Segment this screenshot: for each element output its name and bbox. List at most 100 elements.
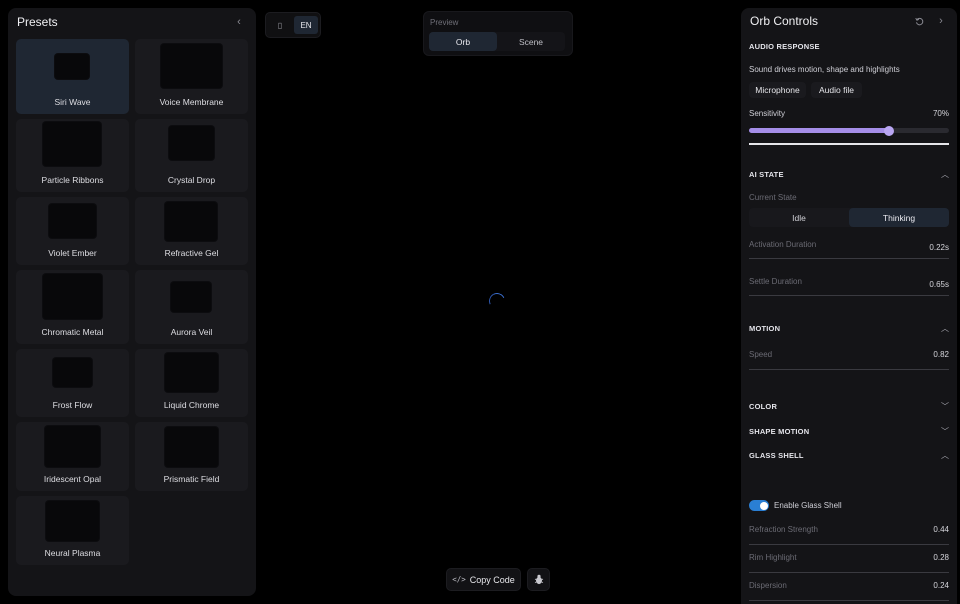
preset-card-violet-ember[interactable]: Violet Ember xyxy=(16,197,129,265)
preset-thumbnail xyxy=(43,274,102,319)
preset-label: Refractive Gel xyxy=(164,248,219,258)
speed-row: Speed 0.82 xyxy=(749,349,949,360)
settle-duration-slider[interactable] xyxy=(749,295,949,296)
chevron-up-icon[interactable]: ︿ xyxy=(941,169,949,180)
preview-switcher: Preview Orb Scene xyxy=(423,11,573,56)
presets-header: Presets ‹ xyxy=(8,9,256,35)
preset-thumbnail xyxy=(161,44,222,88)
preset-card-crystal-drop[interactable]: Crystal Drop xyxy=(135,119,248,192)
audio-section-title: AUDIO RESPONSE xyxy=(749,42,820,51)
dispersion-value: 0.24 xyxy=(933,581,949,590)
refraction-row: Refraction Strength 0.44 xyxy=(749,525,949,534)
preset-card-chromatic-metal[interactable]: Chromatic Metal xyxy=(16,270,129,344)
preset-label: Frost Flow xyxy=(52,400,93,410)
state-thinking-button[interactable]: Thinking xyxy=(849,208,949,227)
preset-thumbnail xyxy=(45,426,100,467)
state-idle-button[interactable]: Idle xyxy=(749,208,849,227)
presets-title: Presets xyxy=(17,15,58,29)
refraction-label: Refraction Strength xyxy=(749,525,818,534)
preset-label: Aurora Veil xyxy=(170,327,213,337)
audio-file-button[interactable]: Audio file xyxy=(811,82,862,98)
preset-card-prismatic-field[interactable]: Prismatic Field xyxy=(135,422,248,491)
preset-label: Voice Membrane xyxy=(159,97,224,107)
preset-card-liquid-chrome[interactable]: Liquid Chrome xyxy=(135,349,248,417)
preset-card-frost-flow[interactable]: Frost Flow xyxy=(16,349,129,417)
copy-code-label: Copy Code xyxy=(469,574,515,585)
copy-code-button[interactable]: </> Copy Code xyxy=(446,568,521,591)
presets-panel: Presets ‹ Siri Wave Voice Membrane Parti… xyxy=(8,8,256,596)
preset-label: Crystal Drop xyxy=(167,175,216,185)
glass-shell-toggle[interactable] xyxy=(749,500,769,511)
sensitivity-slider-fill xyxy=(749,128,889,133)
controls-title: Orb Controls xyxy=(750,14,819,28)
spinner-icon xyxy=(486,290,508,312)
preset-label: Violet Ember xyxy=(48,248,97,258)
preset-label: Iridescent Opal xyxy=(43,474,102,484)
preset-label: Siri Wave xyxy=(54,97,91,107)
rim-highlight-label: Rim Highlight xyxy=(749,553,797,562)
refraction-slider[interactable] xyxy=(749,544,949,545)
speed-slider[interactable] xyxy=(749,369,949,370)
activation-duration-label: Activation Duration xyxy=(749,240,817,249)
chevron-down-icon[interactable]: ﹀ xyxy=(941,426,949,437)
settle-duration-label: Settle Duration xyxy=(749,277,802,286)
preset-card-aurora-veil[interactable]: Aurora Veil xyxy=(135,270,248,344)
audio-source-group: Microphone Audio file xyxy=(749,82,862,98)
language-button[interactable]: EN xyxy=(294,16,318,34)
preset-thumbnail xyxy=(171,282,211,312)
preset-card-neural-plasma[interactable]: Neural Plasma xyxy=(16,496,129,565)
preview-tabs: Orb Scene xyxy=(429,32,565,51)
dispersion-label: Dispersion xyxy=(749,581,787,590)
preset-card-refractive-gel[interactable]: Refractive Gel xyxy=(135,197,248,265)
reset-icon[interactable] xyxy=(911,13,927,29)
preset-thumbnail xyxy=(55,54,89,79)
preset-card-iridescent-opal[interactable]: Iridescent Opal xyxy=(16,422,129,491)
rim-highlight-slider[interactable] xyxy=(749,572,949,573)
ai-state-switch: Idle Thinking xyxy=(749,208,949,227)
current-state-label: Current State xyxy=(749,193,797,202)
refraction-value: 0.44 xyxy=(933,525,949,534)
preset-card-particle-ribbons[interactable]: Particle Ribbons xyxy=(16,119,129,192)
preset-label: Liquid Chrome xyxy=(163,400,220,410)
enable-glass-shell-label: Enable Glass Shell xyxy=(774,501,842,510)
sensitivity-row: Sensitivity 70% xyxy=(749,109,949,118)
preset-thumbnail xyxy=(165,353,218,392)
glass-shell-header[interactable]: GLASS SHELL ︿ xyxy=(749,450,949,461)
sensitivity-label: Sensitivity xyxy=(749,109,786,118)
color-header[interactable]: COLOR ﹀ xyxy=(749,401,949,412)
controls-header: Orb Controls › xyxy=(741,8,957,34)
chevron-right-icon[interactable]: › xyxy=(933,13,949,29)
enable-glass-shell-row: Enable Glass Shell xyxy=(749,500,842,511)
ai-state-title: AI STATE xyxy=(749,170,784,179)
chevron-up-icon[interactable]: ︿ xyxy=(941,450,949,461)
preview-label: Preview xyxy=(430,18,459,27)
chevron-up-icon[interactable]: ︿ xyxy=(941,323,949,334)
shape-motion-header[interactable]: SHAPE MOTION ﹀ xyxy=(749,426,949,437)
sensitivity-slider[interactable] xyxy=(749,125,949,136)
presets-grid: Siri Wave Voice Membrane Particle Ribbon… xyxy=(16,39,248,565)
sensitivity-slider-thumb[interactable] xyxy=(884,125,894,136)
preset-card-voice-membrane[interactable]: Voice Membrane xyxy=(135,39,248,114)
activation-duration-row: Activation Duration 0.22s xyxy=(749,237,949,252)
bug-icon xyxy=(534,574,543,585)
preset-label: Particle Ribbons xyxy=(41,175,104,185)
sensitivity-value: 70% xyxy=(932,109,949,118)
microphone-button[interactable]: Microphone xyxy=(749,82,806,98)
activation-duration-slider[interactable] xyxy=(749,258,949,259)
preset-thumbnail xyxy=(43,122,101,166)
ai-state-header[interactable]: AI STATE ︿ xyxy=(749,169,949,180)
preset-card-siri-wave[interactable]: Siri Wave xyxy=(16,39,129,114)
preset-thumbnail xyxy=(165,427,218,467)
rim-highlight-row: Rim Highlight 0.28 xyxy=(749,553,949,562)
motion-header[interactable]: MOTION ︿ xyxy=(749,323,949,334)
glass-shell-title: GLASS SHELL xyxy=(749,451,804,460)
tab-scene[interactable]: Scene xyxy=(497,32,565,51)
chevron-down-icon[interactable]: ﹀ xyxy=(941,401,949,412)
chevron-left-icon[interactable]: ‹ xyxy=(231,14,247,30)
bug-report-button[interactable] xyxy=(527,568,550,591)
dispersion-slider[interactable] xyxy=(749,600,949,601)
tab-orb[interactable]: Orb xyxy=(429,32,497,51)
preset-thumbnail xyxy=(169,126,214,160)
preset-label: Prismatic Field xyxy=(163,474,220,484)
device-icon[interactable]: ▯ xyxy=(268,16,292,34)
